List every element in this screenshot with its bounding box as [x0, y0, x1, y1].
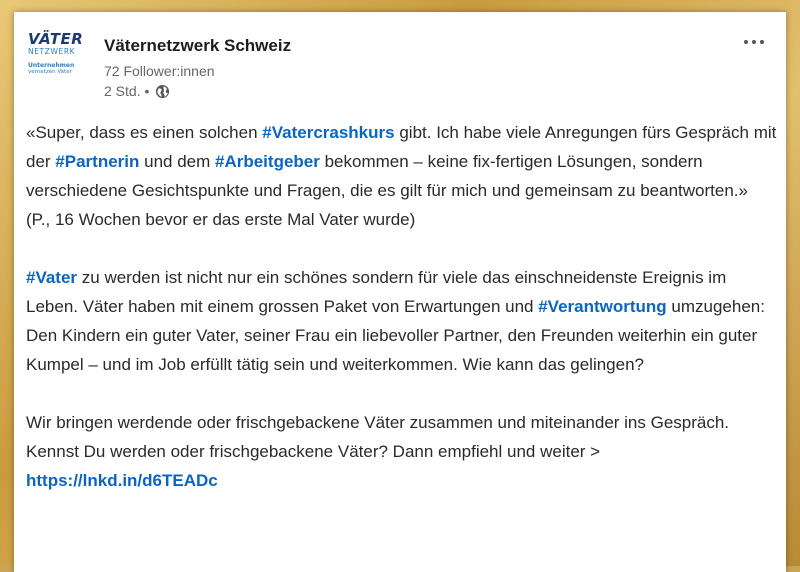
external-link[interactable]: https://lnkd.in/d6TEADc	[26, 471, 218, 490]
ellipsis-icon	[744, 40, 748, 44]
post-meta: 2 Std. •	[104, 83, 170, 99]
hashtag-arbeitgeber[interactable]: #Arbeitgeber	[215, 152, 320, 171]
logo-sub: NETZWERK	[28, 47, 76, 56]
body-paragraph-1: #Vater zu werden ist nicht nur ein schön…	[26, 263, 778, 379]
company-logo[interactable]: VÄTER NETZWERK Unternehmen vernetzen Vät…	[28, 32, 92, 100]
ellipsis-icon-dot-3	[760, 40, 764, 44]
hashtag-vatercrashkurs[interactable]: #Vatercrashkurs	[262, 123, 394, 142]
logo-tagline-1: Unternehmen	[28, 62, 75, 69]
post-time: 2 Std. •	[104, 83, 150, 99]
post-text: «Super, dass es einen solchen #Vatercras…	[26, 118, 778, 495]
quote-paragraph: «Super, dass es einen solchen #Vatercras…	[26, 118, 778, 205]
body-paragraph-2: Wir bringen werdende oder frischgebacken…	[26, 408, 778, 495]
linkedin-post-card: VÄTER NETZWERK Unternehmen vernetzen Vät…	[14, 12, 786, 572]
logo-tagline-2: vernetzen Väter	[28, 69, 72, 75]
body-text-3: Wir bringen werdende oder frischgebacken…	[26, 413, 730, 461]
gold-frame: VÄTER NETZWERK Unternehmen vernetzen Vät…	[0, 0, 800, 572]
ellipsis-icon-dot-2	[752, 40, 756, 44]
author-name-link[interactable]: Väternetzwerk Schweiz	[104, 36, 291, 56]
globe-icon	[155, 84, 170, 99]
quote-text-3: und dem	[139, 152, 215, 171]
quote-attribution: (P., 16 Wochen bevor er das erste Mal Va…	[26, 210, 416, 229]
paragraph-spacer-2	[26, 379, 778, 408]
hashtag-verantwortung[interactable]: #Verantwortung	[538, 297, 666, 316]
more-options-button[interactable]	[738, 32, 770, 52]
hashtag-partnerin[interactable]: #Partnerin	[55, 152, 139, 171]
hashtag-vater[interactable]: #Vater	[26, 268, 77, 287]
follower-count: 72 Follower:innen	[104, 63, 215, 79]
quote-text-1: «Super, dass es einen solchen	[26, 123, 263, 142]
logo-brand: VÄTER	[28, 30, 84, 48]
